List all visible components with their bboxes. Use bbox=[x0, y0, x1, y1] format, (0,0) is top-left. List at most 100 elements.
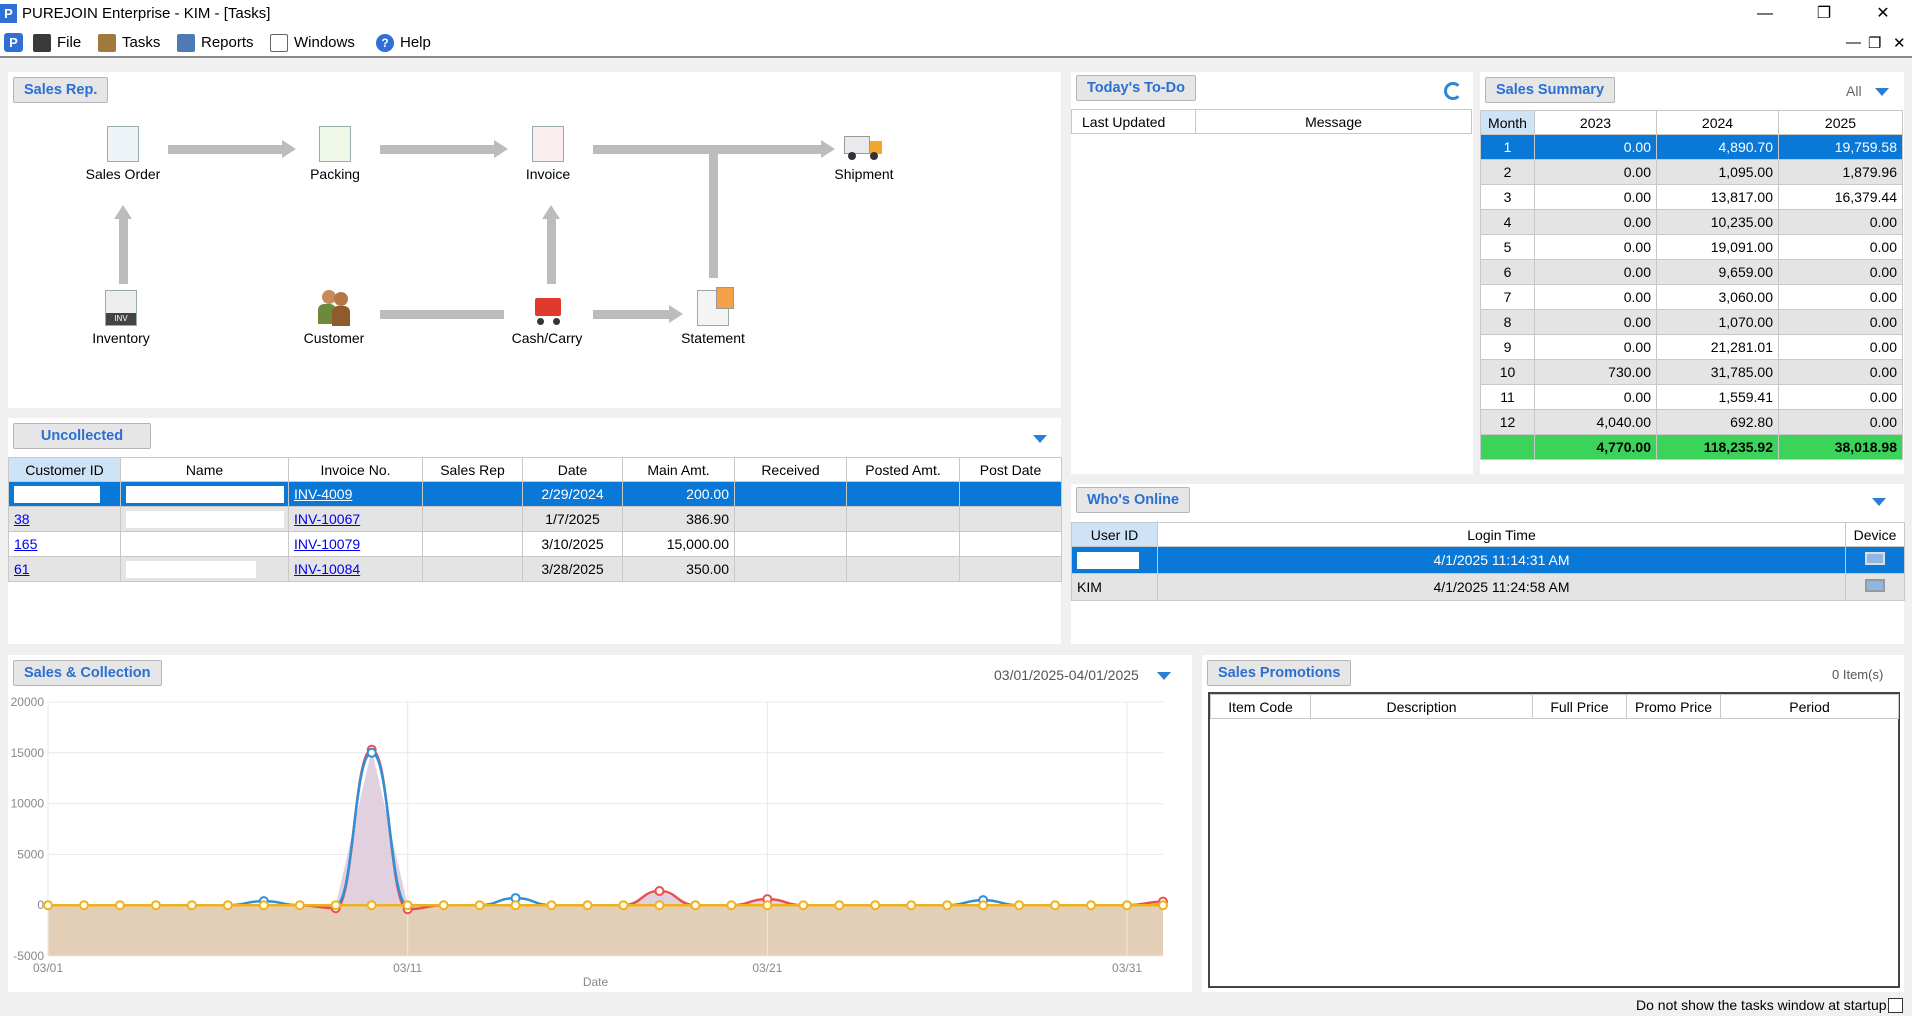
mdi-minimize-icon[interactable]: — bbox=[1846, 34, 1861, 51]
uncollected-dropdown-icon[interactable] bbox=[1033, 435, 1047, 443]
node-packing[interactable]: Packing bbox=[280, 126, 390, 182]
app-menu-icon[interactable]: P bbox=[4, 33, 23, 52]
uncollected-col[interactable]: Posted Amt. bbox=[846, 457, 960, 482]
summary-value-cell: 1,559.41 bbox=[1656, 384, 1779, 410]
todo-col-last-updated[interactable]: Last Updated bbox=[1071, 109, 1196, 134]
customer-id-link[interactable]: 165 bbox=[14, 536, 37, 552]
invoice-link[interactable]: INV-4009 bbox=[294, 486, 352, 502]
table-row[interactable]: 61 INV-10084 3/28/2025 350.00 bbox=[8, 556, 1062, 582]
table-row[interactable]: INV-4009 2/29/2024 200.00 bbox=[8, 481, 1062, 507]
menu-windows[interactable]: Windows bbox=[270, 32, 355, 54]
table-row[interactable]: 4/1/2025 11:14:31 AM bbox=[1071, 546, 1905, 574]
customer-id-link[interactable]: 38 bbox=[14, 511, 30, 527]
table-row[interactable]: 4 0.00 10,235.00 0.00 bbox=[1480, 209, 1903, 235]
filter-dropdown-icon[interactable] bbox=[1875, 88, 1889, 96]
node-customer[interactable]: Customer bbox=[279, 290, 389, 346]
table-row[interactable]: 165 INV-10079 3/10/2025 15,000.00 bbox=[8, 531, 1062, 557]
customer-id-link[interactable]: 61 bbox=[14, 561, 30, 577]
promotions-panel: Sales Promotions 0 Item(s) Item Code Des… bbox=[1202, 655, 1904, 992]
online-device bbox=[1845, 546, 1905, 574]
node-sales-order[interactable]: Sales Order bbox=[68, 126, 178, 182]
table-row[interactable]: 7 0.00 3,060.00 0.00 bbox=[1480, 284, 1903, 310]
uncollected-cell bbox=[422, 506, 523, 532]
table-row[interactable]: 11 0.00 1,559.41 0.00 bbox=[1480, 384, 1903, 410]
table-row[interactable]: 1 0.00 4,890.70 19,759.58 bbox=[1480, 134, 1903, 160]
startup-checkbox[interactable] bbox=[1888, 998, 1903, 1013]
node-inventory[interactable]: INV Inventory bbox=[66, 290, 176, 346]
todo-table: Last Updated Message bbox=[1071, 109, 1472, 134]
node-shipment[interactable]: Shipment bbox=[809, 126, 919, 182]
uncollected-cell: 3/28/2025 bbox=[522, 556, 623, 582]
uncollected-col[interactable]: Customer ID bbox=[8, 457, 121, 482]
uncollected-col[interactable]: Invoice No. bbox=[288, 457, 423, 482]
inventory-icon: INV bbox=[105, 290, 137, 326]
menu-help[interactable]: ? Help bbox=[376, 32, 431, 54]
menu-tasks[interactable]: Tasks bbox=[98, 32, 160, 54]
summary-col-2023[interactable]: 2023 bbox=[1534, 110, 1657, 135]
table-row[interactable]: 38 INV-10067 1/7/2025 386.90 bbox=[8, 506, 1062, 532]
summary-col-2025[interactable]: 2025 bbox=[1778, 110, 1903, 135]
invoice-link[interactable]: INV-10067 bbox=[294, 511, 360, 527]
sales-rep-panel: Sales Rep. Sales Order Packing Invoice S… bbox=[8, 72, 1061, 408]
refresh-icon[interactable] bbox=[1444, 82, 1462, 100]
menu-file[interactable]: File bbox=[33, 32, 81, 54]
summary-col-2024[interactable]: 2024 bbox=[1656, 110, 1779, 135]
table-row[interactable]: 2 0.00 1,095.00 1,879.96 bbox=[1480, 159, 1903, 185]
mdi-restore-icon[interactable]: ❐ bbox=[1868, 34, 1881, 52]
table-row[interactable]: KIM 4/1/2025 11:24:58 AM bbox=[1071, 573, 1905, 601]
sales-collection-title: Sales & Collection bbox=[13, 660, 162, 686]
online-col-user-id[interactable]: User ID bbox=[1071, 522, 1158, 547]
table-row[interactable]: 6 0.00 9,659.00 0.00 bbox=[1480, 259, 1903, 285]
promo-col-period[interactable]: Period bbox=[1720, 694, 1899, 719]
arrow-head bbox=[114, 205, 132, 219]
restore-icon[interactable]: ❐ bbox=[1795, 0, 1853, 28]
invoice-link[interactable]: INV-10079 bbox=[294, 536, 360, 552]
summary-value-cell: 3,060.00 bbox=[1656, 284, 1779, 310]
online-col-device[interactable]: Device bbox=[1845, 522, 1905, 547]
promo-col-description[interactable]: Description bbox=[1310, 694, 1533, 719]
summary-col-month[interactable]: Month bbox=[1480, 110, 1535, 135]
close-icon[interactable]: ✕ bbox=[1854, 0, 1912, 28]
table-row[interactable]: 8 0.00 1,070.00 0.00 bbox=[1480, 309, 1903, 335]
todo-col-message[interactable]: Message bbox=[1195, 109, 1472, 134]
promo-col-promo-price[interactable]: Promo Price bbox=[1626, 694, 1721, 719]
table-row[interactable]: 12 4,040.00 692.80 0.00 bbox=[1480, 409, 1903, 435]
data-point bbox=[510, 900, 521, 911]
node-cash-carry[interactable]: Cash/Carry bbox=[492, 290, 602, 346]
uncollected-col[interactable]: Name bbox=[120, 457, 289, 482]
invoice-link[interactable]: INV-10084 bbox=[294, 561, 360, 577]
uncollected-cell: 38 bbox=[8, 506, 121, 532]
table-row[interactable]: 5 0.00 19,091.00 0.00 bbox=[1480, 234, 1903, 260]
summary-value-cell: 1,879.96 bbox=[1778, 159, 1903, 185]
uncollected-col[interactable]: Sales Rep bbox=[422, 457, 523, 482]
series-line bbox=[48, 748, 1164, 911]
uncollected-col[interactable]: Post Date bbox=[959, 457, 1062, 482]
data-point bbox=[474, 900, 485, 911]
summary-value-cell: 0.00 bbox=[1778, 234, 1903, 260]
uncollected-col[interactable]: Main Amt. bbox=[622, 457, 735, 482]
x-tick-label: 03/01 bbox=[33, 961, 63, 975]
promo-col-full-price[interactable]: Full Price bbox=[1532, 694, 1627, 719]
data-point bbox=[690, 900, 701, 911]
promo-col-item-code[interactable]: Item Code bbox=[1210, 694, 1311, 719]
online-user-id: KIM bbox=[1071, 573, 1158, 601]
data-point bbox=[726, 900, 737, 911]
node-invoice[interactable]: Invoice bbox=[493, 126, 603, 182]
mdi-close-icon[interactable]: ✕ bbox=[1893, 34, 1906, 52]
table-row[interactable]: 9 0.00 21,281.01 0.00 bbox=[1480, 334, 1903, 360]
online-dropdown-icon[interactable] bbox=[1872, 498, 1886, 506]
minimize-icon[interactable]: — bbox=[1736, 0, 1794, 28]
table-row[interactable]: 3 0.00 13,817.00 16,379.44 bbox=[1480, 184, 1903, 210]
uncollected-col[interactable]: Received bbox=[734, 457, 847, 482]
summary-filter-label[interactable]: All bbox=[1846, 83, 1862, 99]
chart-dropdown-icon[interactable] bbox=[1157, 672, 1171, 680]
table-row[interactable]: 10 730.00 31,785.00 0.00 bbox=[1480, 359, 1903, 385]
node-label: Sales Order bbox=[85, 166, 161, 182]
node-statement[interactable]: Statement bbox=[658, 287, 768, 346]
menu-reports[interactable]: Reports bbox=[177, 32, 254, 54]
data-point bbox=[150, 900, 161, 911]
online-col-login-time[interactable]: Login Time bbox=[1157, 522, 1846, 547]
summary-value-cell: 1,095.00 bbox=[1656, 159, 1779, 185]
uncollected-col[interactable]: Date bbox=[522, 457, 623, 482]
chart-date-range[interactable]: 03/01/2025-04/01/2025 bbox=[994, 667, 1139, 683]
